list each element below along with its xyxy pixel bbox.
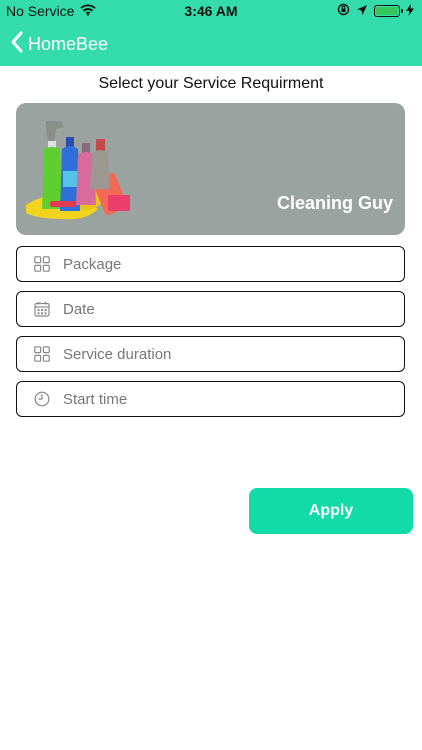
calendar-icon <box>33 300 51 318</box>
start-time-field[interactable]: Start time <box>16 381 405 417</box>
service-duration-field[interactable]: Service duration <box>16 336 405 372</box>
apply-button[interactable]: Apply <box>249 488 413 534</box>
back-button[interactable]: HomeBee <box>10 30 108 59</box>
nav-bar: HomeBee <box>0 22 422 66</box>
charging-icon <box>406 3 414 19</box>
battery-level <box>376 7 398 15</box>
status-indicators <box>337 3 414 19</box>
start-time-placeholder: Start time <box>63 390 128 408</box>
chevron-left-icon <box>10 30 24 59</box>
date-placeholder: Date <box>63 300 95 318</box>
service-banner[interactable]: Cleaning Guy <box>16 103 405 235</box>
date-field[interactable]: Date <box>16 291 405 327</box>
grid-icon <box>33 345 51 363</box>
location-icon <box>356 3 368 19</box>
clock-icon <box>33 390 51 408</box>
orientation-lock-icon <box>337 3 350 19</box>
service-duration-placeholder: Service duration <box>63 345 172 363</box>
status-bar: No Service 3:46 AM <box>0 0 422 22</box>
battery-icon <box>374 5 403 17</box>
cleaning-supplies-image <box>24 113 144 228</box>
app-header: No Service 3:46 AM HomeBee <box>0 0 422 66</box>
package-field[interactable]: Package <box>16 246 405 282</box>
package-placeholder: Package <box>63 255 122 273</box>
grid-icon <box>33 255 51 273</box>
banner-title: Cleaning Guy <box>276 193 393 213</box>
back-label: HomeBee <box>28 34 109 54</box>
page-title: Select your Service Requirment <box>98 75 324 92</box>
